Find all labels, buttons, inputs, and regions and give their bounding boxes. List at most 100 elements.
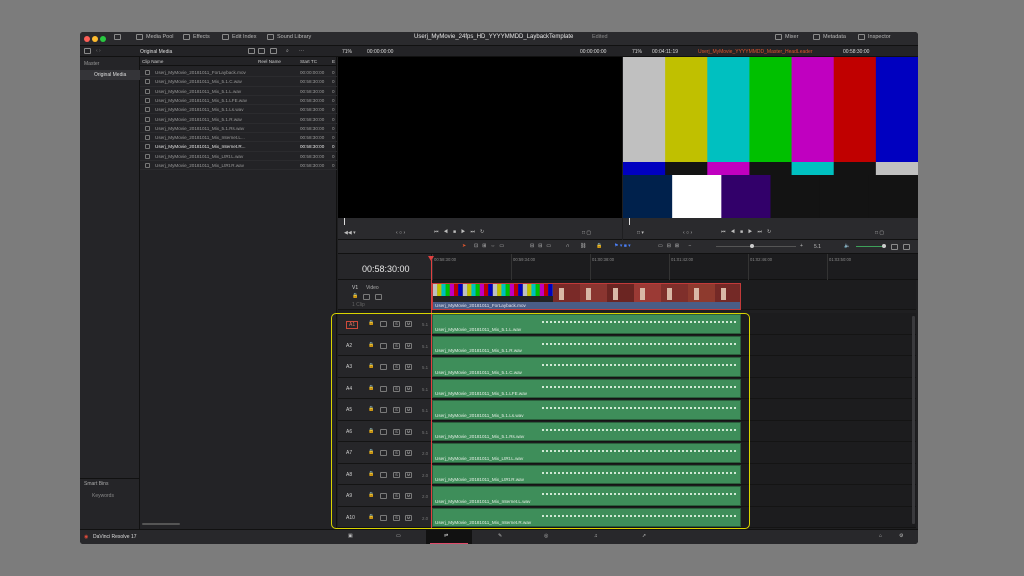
ruler-label: 01:02:46:00 (750, 257, 773, 262)
sort-icon[interactable] (270, 48, 277, 54)
sidebar-toggle-icon[interactable] (84, 48, 91, 54)
search-icon[interactable]: ⌕ (286, 48, 289, 54)
inspector-button[interactable]: Inspector (858, 34, 891, 40)
fairlight-page-icon[interactable]: ♫ (594, 533, 598, 539)
track-header-v1: V1 Video 🔒 1 Clip (338, 280, 432, 310)
timeline-play-controls-icon[interactable]: ⏮◀■▶⏭↻ (721, 229, 776, 235)
zoom-slider[interactable] (716, 244, 796, 248)
disable-track-icon-v1[interactable] (375, 294, 382, 300)
timeline-viewer-playhead[interactable] (629, 218, 630, 225)
timeline-name[interactable]: Userj_MyMovie_YYYYMMDD_Master_HeadLeader (698, 49, 813, 55)
source-playhead[interactable] (344, 218, 345, 225)
clip-row[interactable]: Userj_MyMovie_20181011_Mix_5.1.R.wav 00:5… (140, 115, 337, 124)
volume-icon[interactable]: 🔈 (844, 243, 850, 249)
col-clip-name[interactable]: Clip Name (142, 59, 163, 64)
mixer-button[interactable]: Mixer (775, 34, 798, 40)
thumbnail-block (715, 284, 740, 302)
auto-select-icon-v1[interactable] (363, 294, 370, 300)
master-bin[interactable]: Master (80, 59, 140, 69)
clip-row[interactable]: Userj_MyMovie_20181011_Mix_LtRt.R.wav 00:… (140, 161, 337, 171)
cut-page-icon[interactable]: ▭ (396, 533, 401, 539)
metadata-button[interactable]: Metadata (813, 34, 846, 40)
source-play-controls-icon[interactable]: ⏮◀■▶⏭↻ (434, 229, 489, 235)
selection-tool-icon[interactable]: ➤ (462, 243, 466, 249)
link-icon[interactable]: ⛓ (580, 243, 586, 249)
list-view-icon[interactable] (248, 48, 255, 54)
clip-row[interactable]: Userj_MyMovie_20181011_Mix_LtRt.L.wav 00:… (140, 152, 337, 161)
edit-index-button[interactable]: Edit Index (222, 34, 256, 40)
source-zoom[interactable]: 71% (342, 49, 352, 55)
thumbnail-block (544, 284, 549, 296)
playhead-handle-icon[interactable] (428, 256, 434, 261)
col-reel-name[interactable]: Reel Name (258, 59, 281, 64)
home-icon[interactable]: ⌂ (879, 533, 882, 539)
color-bar (875, 57, 918, 162)
zoom-in-icon[interactable]: + (800, 243, 803, 249)
col-e[interactable]: E (332, 59, 335, 64)
options-icon[interactable]: ··· (299, 48, 304, 54)
media-pool-button[interactable]: Media Pool (136, 34, 174, 40)
track-label-v1[interactable]: Video (366, 285, 379, 291)
snapping-icon[interactable]: ∩ (566, 243, 570, 249)
source-viewer[interactable] (338, 57, 622, 218)
loop-icon[interactable] (891, 244, 898, 250)
thumbnail-block (479, 284, 485, 296)
track-lock-icon-v1[interactable]: 🔒 (352, 293, 358, 299)
original-media-bin[interactable]: Original Media (80, 70, 140, 80)
meter-icon[interactable] (903, 244, 910, 250)
sound-library-button[interactable]: Sound Library (267, 34, 311, 40)
clip-list-scrollbar[interactable] (142, 523, 180, 525)
effects-button[interactable]: Effects (183, 34, 210, 40)
clip-row[interactable]: Userj_MyMovie_20181011_Mix_Internet.R...… (140, 142, 337, 152)
volume-slider-knob[interactable] (882, 244, 886, 248)
audio-format-select[interactable]: 5.1 (814, 244, 821, 250)
settings-gear-icon[interactable]: ⚙ (899, 533, 903, 539)
clip-row[interactable]: Userj_MyMovie_20181011_Mix_5.1.LFE.wav 00… (140, 96, 337, 106)
zoom-slider-knob[interactable] (750, 244, 754, 248)
fusion-page-icon[interactable]: ✎ (498, 533, 502, 539)
thumbnail-block (505, 284, 510, 296)
deliver-page-icon[interactable]: ➚ (642, 533, 646, 539)
timeline-viewer[interactable] (623, 57, 918, 218)
timeline-nav-icon[interactable]: ‹ ○ › (683, 230, 692, 236)
source-scrubber[interactable] (338, 218, 622, 226)
layout-icon[interactable] (114, 34, 121, 40)
clip-e: 0 (332, 135, 335, 141)
grid-view-icon[interactable] (258, 48, 265, 54)
video-clip-v1[interactable]: Userj_MyMovie_20181011_ForLayback.mov (432, 283, 741, 310)
source-match-icon[interactable]: □ ▢ (582, 230, 591, 236)
source-nav-icon[interactable]: ‹ ○ › (396, 230, 405, 236)
timeline-scrubber[interactable] (623, 218, 918, 226)
thumbnail-block (463, 296, 493, 302)
clip-row[interactable]: Userj_MyMovie_20181011_Mix_5.1.Ls.wav 00:… (140, 105, 337, 115)
clip-row[interactable]: Userj_MyMovie_20181011_ForLayback.mov 00:… (140, 68, 337, 78)
clip-row[interactable]: Userj_MyMovie_20181011_Mix_Internet.L...… (140, 133, 337, 143)
edit-tools-icon[interactable]: ⊡⊞⇔▭ (474, 243, 508, 249)
nav-arrows-icon[interactable]: ‹ › (96, 48, 101, 54)
clip-e: 0 (332, 97, 335, 103)
timeline-ruler[interactable]: 00:58:30:00 00:59:34:00 01:00:38:00 01:01:4… (432, 254, 918, 280)
clip-row[interactable]: Userj_MyMovie_20181011_Mix_5.1.C.wav 00:5… (140, 77, 337, 87)
insert-tools-icon[interactable]: ⊟⊟▭ (530, 243, 555, 249)
edit-page-tab[interactable]: ⇌ (426, 530, 472, 544)
media-page-icon[interactable]: ▣ (348, 533, 353, 539)
clip-e: 0 (332, 116, 335, 122)
clip-row[interactable]: Userj_MyMovie_20181011_Mix_5.1.L.wav 00:5… (140, 87, 337, 96)
maximize-window-icon[interactable] (100, 36, 106, 42)
flag-icon[interactable]: ⚑ ▾ ■ ▾ (614, 243, 631, 249)
zoom-tools-icon[interactable]: ▭⊟⊞ − (658, 243, 695, 249)
lock-icon[interactable]: 🔒 (596, 243, 602, 249)
color-bar (665, 57, 708, 162)
close-window-icon[interactable] (84, 36, 90, 42)
timeline-scrollbar[interactable] (912, 316, 915, 524)
col-start-tc[interactable]: Start TC (300, 59, 317, 64)
color-page-icon[interactable]: ◎ (544, 533, 548, 539)
clip-row[interactable]: Userj_MyMovie_20181011_Mix_5.1.Rs.wav 00:… (140, 124, 337, 134)
timeline-match-icon[interactable]: □ ▢ (875, 230, 884, 236)
timeline-view-icon[interactable]: □ ▾ (637, 230, 644, 236)
volume-slider[interactable] (856, 244, 886, 248)
timeline-zoom[interactable]: 71% (632, 49, 642, 55)
source-jog-icon[interactable]: ◀◀ ▾ (344, 230, 356, 236)
minimize-window-icon[interactable] (92, 36, 98, 42)
keywords-bin[interactable]: Keywords (80, 491, 140, 501)
